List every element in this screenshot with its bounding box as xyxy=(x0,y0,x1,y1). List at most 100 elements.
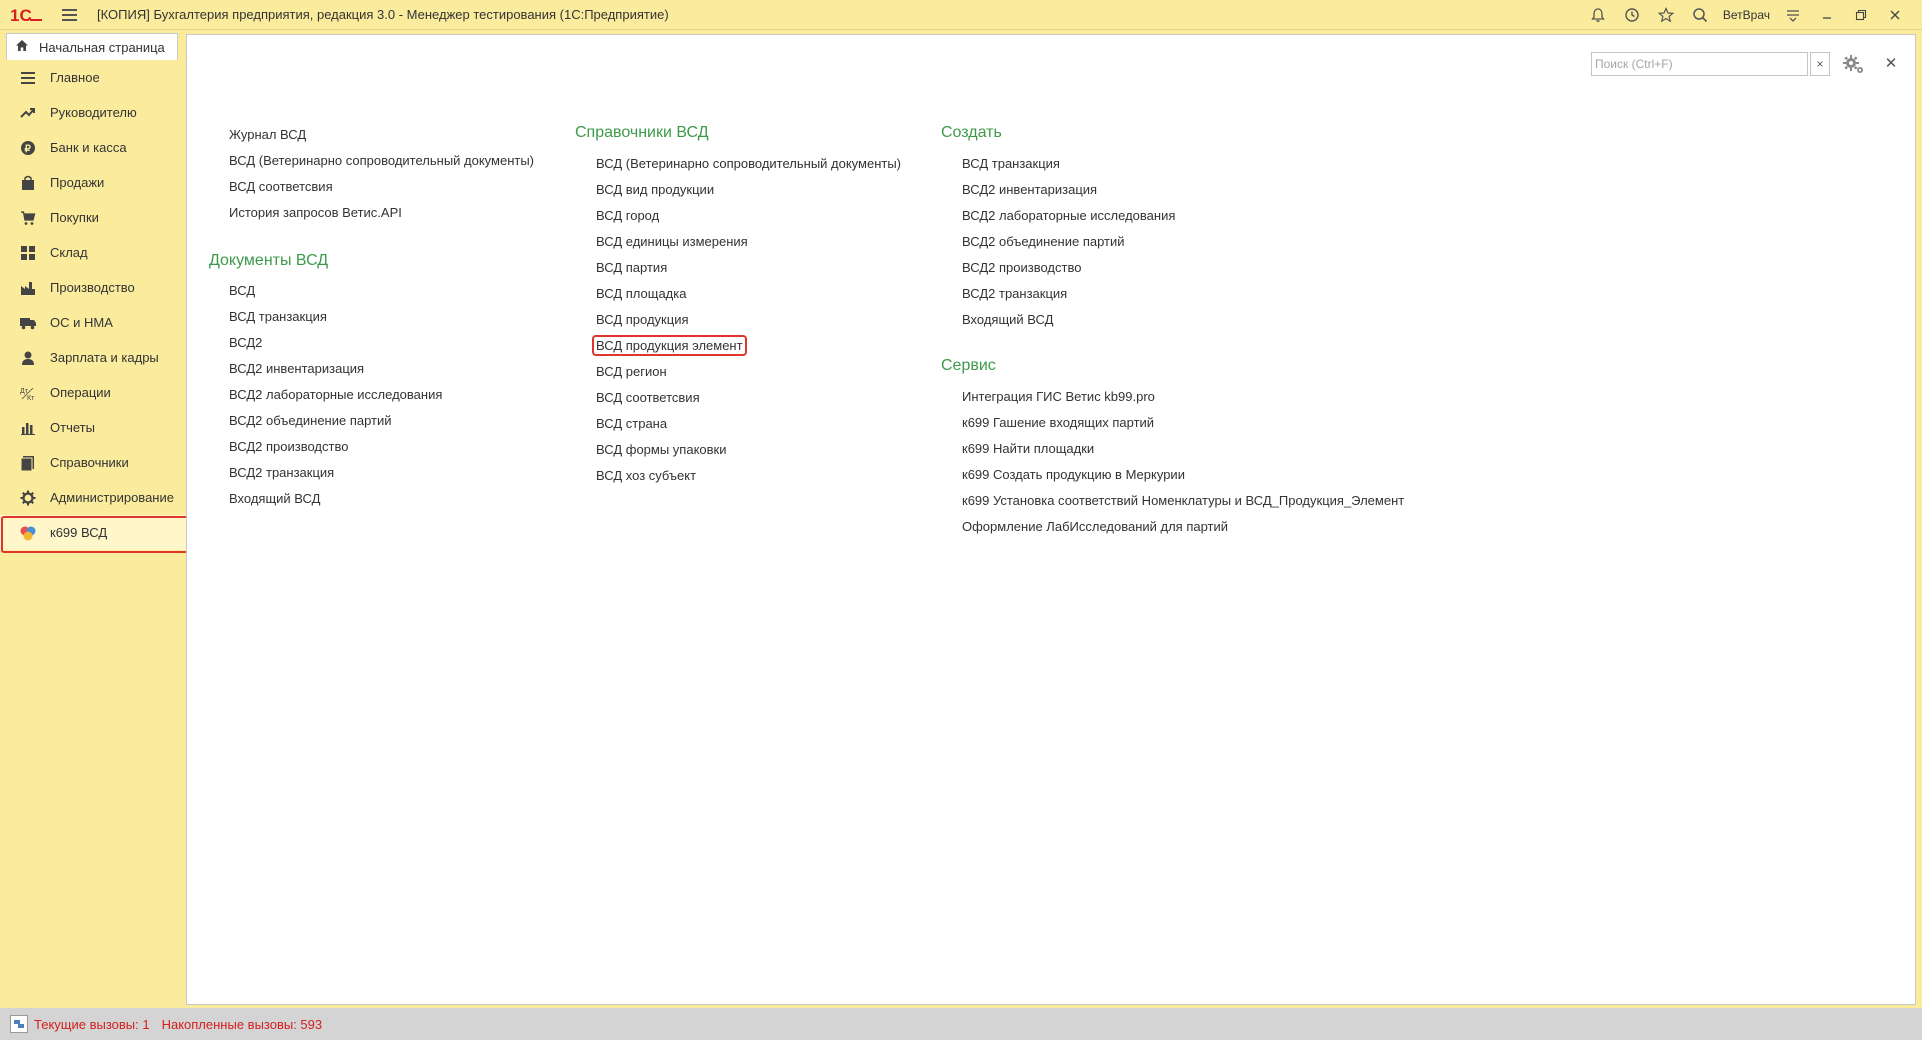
link-ref-city[interactable]: ВСД город xyxy=(596,208,659,223)
sidebar-item-purchases[interactable]: Покупки xyxy=(0,200,186,235)
link-doc-vsd2-inventory[interactable]: ВСД2 инвентаризация xyxy=(229,361,364,376)
accumulated-calls: Накопленные вызовы: 593 xyxy=(161,1016,323,1032)
person-icon xyxy=(18,348,38,368)
link-ref-product[interactable]: ВСД продукция xyxy=(596,312,689,327)
sidebar-item-references[interactable]: Справочники xyxy=(0,445,186,480)
user-name[interactable]: ВетВрач xyxy=(1717,8,1776,22)
svg-text:₽: ₽ xyxy=(25,144,32,155)
link-doc-incoming-vsd[interactable]: Входящий ВСД xyxy=(229,491,320,506)
link-create-vsd2-inventory[interactable]: ВСД2 инвентаризация xyxy=(962,182,1097,197)
link-service-lab-tests[interactable]: Оформление ЛабИсследований для партий xyxy=(962,519,1228,534)
link-create-vsd2-production[interactable]: ВСД2 производство xyxy=(962,260,1081,275)
sidebar-item-k699-vsd[interactable]: к699 ВСД xyxy=(0,515,189,553)
sidebar-item-sales[interactable]: Продажи xyxy=(0,165,186,200)
settings-lines-icon[interactable] xyxy=(1776,0,1810,30)
gear-icon xyxy=(18,488,38,508)
link-doc-vsd2-merge[interactable]: ВСД2 объединение партий xyxy=(229,413,392,428)
link-service-find-sites[interactable]: к699 Найти площадки xyxy=(962,441,1094,456)
link-doc-vsd2-transaction[interactable]: ВСД2 транзакция xyxy=(229,465,334,480)
warehouse-grid-icon xyxy=(18,243,38,263)
minimize-icon[interactable] xyxy=(1810,0,1844,30)
link-doc-vsd2[interactable]: ВСД2 xyxy=(229,335,262,350)
heading-vsd-documents: Документы ВСД xyxy=(209,252,329,269)
settings-gear-icon[interactable] xyxy=(1840,51,1868,79)
link-service-redeem-batches[interactable]: к699 Гашение входящих партий xyxy=(962,415,1154,430)
link-vsd-documents[interactable]: ВСД (Ветеринарно сопроводительный докуме… xyxy=(229,153,534,168)
link-ref-batch[interactable]: ВСД партия xyxy=(596,260,667,275)
link-ref-packaging[interactable]: ВСД формы упаковки xyxy=(596,442,727,457)
tab-home[interactable]: Начальная страница xyxy=(6,33,178,60)
sidebar-item-assets[interactable]: ОС и НМА xyxy=(0,305,186,340)
favorites-star-icon[interactable] xyxy=(1649,0,1683,30)
window-title: [КОПИЯ] Бухгалтерия предприятия, редакци… xyxy=(97,7,669,22)
sidebar-item-label: Администрирование xyxy=(50,490,174,505)
link-ref-country[interactable]: ВСД страна xyxy=(596,416,667,431)
sidebar-item-salary[interactable]: Зарплата и кадры xyxy=(0,340,186,375)
sidebar-item-label: Производство xyxy=(50,280,135,295)
books-icon xyxy=(18,453,38,473)
link-ref-correspondence[interactable]: ВСД соответсвия xyxy=(596,390,700,405)
sidebar-item-warehouse[interactable]: Склад xyxy=(0,235,186,270)
link-create-vsd-transaction[interactable]: ВСД транзакция xyxy=(962,156,1060,171)
svg-text:Кт: Кт xyxy=(27,395,35,401)
link-ref-site[interactable]: ВСД площадка xyxy=(596,286,686,301)
link-vetis-api-history[interactable]: История запросов Ветис.API xyxy=(229,205,402,220)
link-vsd-correspondence[interactable]: ВСД соответсвия xyxy=(229,179,333,194)
link-create-vsd2-lab[interactable]: ВСД2 лабораторные исследования xyxy=(962,208,1175,223)
search-input[interactable] xyxy=(1592,53,1807,75)
sidebar-item-production[interactable]: Производство xyxy=(0,270,186,305)
sidebar-item-admin[interactable]: Администрирование xyxy=(0,480,186,515)
main-menu-icon[interactable] xyxy=(62,5,82,25)
close-page-icon[interactable]: ✕ xyxy=(1881,53,1901,73)
link-create-vsd2-transaction[interactable]: ВСД2 транзакция xyxy=(962,286,1067,301)
link-ref-units[interactable]: ВСД единицы измерения xyxy=(596,234,748,249)
restore-icon[interactable] xyxy=(1844,0,1878,30)
sidebar-item-main[interactable]: Главное xyxy=(0,60,186,95)
factory-icon xyxy=(18,278,38,298)
link-doc-vsd2-production[interactable]: ВСД2 производство xyxy=(229,439,348,454)
heading-service: Сервис xyxy=(941,357,996,374)
home-icon xyxy=(15,39,29,55)
link-ref-product-element[interactable]: ВСД продукция элемент xyxy=(592,335,747,356)
sidebar-item-reports[interactable]: Отчеты xyxy=(0,410,186,445)
link-service-mapping[interactable]: к699 Установка соответствий Номенклатуры… xyxy=(962,493,1404,508)
search-field[interactable] xyxy=(1591,52,1808,76)
sidebar-item-label: Банк и касса xyxy=(50,140,127,155)
close-window-icon[interactable] xyxy=(1878,0,1912,30)
tab-home-label: Начальная страница xyxy=(39,39,165,55)
bell-icon[interactable] xyxy=(1581,0,1615,30)
search-icon[interactable] xyxy=(1683,0,1717,30)
link-doc-vsd[interactable]: ВСД xyxy=(229,283,255,298)
link-ref-vsd-documents[interactable]: ВСД (Ветеринарно сопроводительный докуме… xyxy=(596,156,901,171)
link-journal-vsd[interactable]: Журнал ВСД xyxy=(229,127,306,142)
link-doc-vsd2-lab[interactable]: ВСД2 лабораторные исследования xyxy=(229,387,442,402)
link-ref-region[interactable]: ВСД регион xyxy=(596,364,667,379)
sidebar-item-manager[interactable]: Руководителю xyxy=(0,95,186,130)
menu-lines-icon xyxy=(18,68,38,88)
sections-panel: Главное Руководителю ₽ Банк и касса Прод… xyxy=(0,60,189,1005)
sidebar-item-bank[interactable]: ₽ Банк и касса xyxy=(0,130,186,165)
link-create-vsd2-merge[interactable]: ВСД2 объединение партий xyxy=(962,234,1125,249)
link-ref-business-entity[interactable]: ВСД хоз субъект xyxy=(596,468,696,483)
trend-up-icon xyxy=(18,103,38,123)
link-ref-product-type[interactable]: ВСД вид продукции xyxy=(596,182,714,197)
search-clear-button[interactable]: × xyxy=(1810,52,1830,76)
history-icon[interactable] xyxy=(1615,0,1649,30)
sidebar-item-label: Покупки xyxy=(50,210,99,225)
current-calls: Текущие вызовы: 1 xyxy=(34,1016,150,1032)
status-bar: Текущие вызовы: 1 Накопленные вызовы: 59… xyxy=(0,1008,1922,1040)
shopping-bag-icon xyxy=(18,173,38,193)
link-create-incoming-vsd[interactable]: Входящий ВСД xyxy=(962,312,1053,327)
server-calls-icon[interactable] xyxy=(10,1015,28,1033)
main-content: × ✕ Журнал ВСД ВСД (Ветеринарно сопровод… xyxy=(186,34,1916,1005)
bar-chart-icon xyxy=(18,418,38,438)
sidebar-item-label: Руководителю xyxy=(50,105,137,120)
sidebar-item-operations[interactable]: Дт Кт Операции xyxy=(0,375,186,410)
link-service-create-product[interactable]: к699 Создать продукцию в Меркурии xyxy=(962,467,1185,482)
sidebar-item-label: Зарплата и кадры xyxy=(50,350,159,365)
title-bar: 1С [КОПИЯ] Бухгалтерия предприятия, реда… xyxy=(0,0,1922,30)
link-service-vetis-integration[interactable]: Интеграция ГИС Ветис kb99.pro xyxy=(962,389,1155,404)
sidebar-item-label: Продажи xyxy=(50,175,105,190)
heading-create: Создать xyxy=(941,124,1002,141)
link-doc-vsd-transaction[interactable]: ВСД транзакция xyxy=(229,309,327,324)
